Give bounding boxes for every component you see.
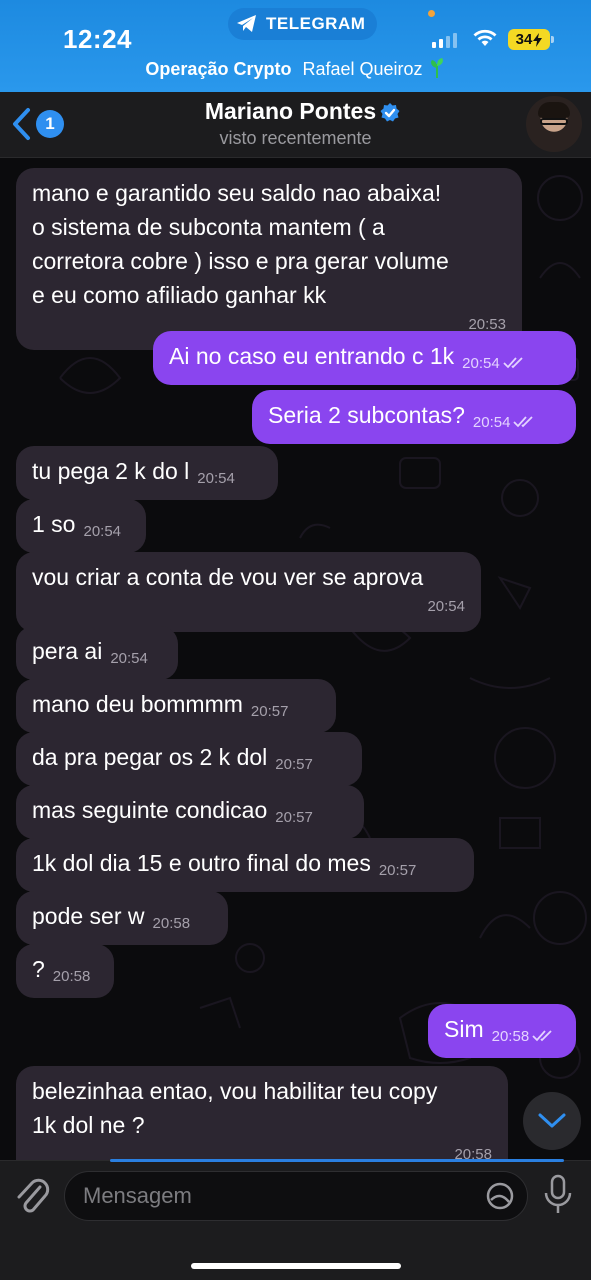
- home-indicator: [191, 1263, 401, 1269]
- message-text: mas seguinte condicao: [32, 797, 268, 823]
- message-text: da pra pegar os 2 k dol: [32, 744, 268, 770]
- charging-bolt-icon: [533, 32, 543, 47]
- outgoing-message-bubble[interactable]: Sim 20:58: [428, 1004, 576, 1058]
- composer-accent-line: [110, 1159, 564, 1162]
- message-text: tu pega 2 k do l: [32, 458, 190, 484]
- message-composer: [0, 1159, 591, 1280]
- telegram-plane-icon: [237, 15, 256, 32]
- privacy-indicator-dot: [428, 10, 435, 17]
- message-text: 1 so: [32, 511, 76, 537]
- message-text: mano deu bommmm: [32, 691, 243, 717]
- last-seen-status: visto recentemente: [219, 128, 372, 148]
- avatar-glasses: [540, 118, 568, 125]
- timestamp-text: 20:54: [197, 470, 235, 487]
- clock: 12:24: [63, 24, 132, 54]
- message-text: belezinhaa entao, vou habilitar teu copy…: [32, 1078, 438, 1138]
- wifi-icon: [473, 29, 497, 46]
- message-timestamp: 20:54: [32, 590, 465, 624]
- chat-header: 1 Mariano Pontes visto recentemente: [0, 92, 591, 158]
- chevron-down-icon: [538, 1113, 566, 1128]
- incoming-message-bubble[interactable]: mano deu bommmm 20:57: [16, 679, 336, 733]
- incoming-message-bubble[interactable]: mano e garantido seu saldo nao abaixa! o…: [16, 168, 522, 350]
- incoming-message-bubble[interactable]: da pra pegar os 2 k dol 20:57: [16, 732, 362, 786]
- timestamp-text: 20:54: [110, 650, 148, 667]
- message-timestamp: 20:54: [197, 462, 235, 496]
- contact-avatar[interactable]: [526, 96, 582, 152]
- contact-name[interactable]: Mariano Pontes: [0, 98, 591, 125]
- message-text: ?: [32, 956, 45, 982]
- app-pill-label: TELEGRAM: [266, 14, 366, 33]
- incoming-message-bubble[interactable]: vou criar a conta de vou ver se aprova 20…: [16, 552, 481, 632]
- incoming-message-bubble[interactable]: ? 20:58: [16, 944, 114, 998]
- message-timestamp: 20:54: [110, 642, 148, 676]
- timestamp-text: 20:57: [378, 862, 417, 879]
- attach-paperclip-icon[interactable]: [12, 1173, 52, 1217]
- incoming-message-bubble[interactable]: 1 so 20:54: [16, 499, 146, 553]
- microphone-icon[interactable]: [541, 1173, 575, 1217]
- message-timestamp: 20:57: [379, 854, 417, 888]
- chat-context-line: Operação Crypto Rafael Queiroz: [0, 58, 591, 80]
- message-timestamp: 20:54: [462, 347, 529, 381]
- incoming-message-bubble[interactable]: belezinhaa entao, vou habilitar teu copy…: [16, 1066, 508, 1160]
- message-timestamp: 20:57: [275, 748, 313, 782]
- message-list[interactable]: mano e garantido seu saldo nao abaixa! o…: [0, 158, 591, 1160]
- contact-name-text: Mariano Pontes: [204, 98, 377, 124]
- avatar-hair: [538, 102, 570, 118]
- message-input[interactable]: [83, 1172, 473, 1220]
- telegram-live-activity-pill[interactable]: TELEGRAM: [228, 8, 378, 40]
- incoming-message-bubble[interactable]: pode ser w 20:58: [16, 891, 228, 945]
- outgoing-message-bubble[interactable]: Seria 2 subcontas? 20:54: [252, 390, 576, 444]
- message-text: Ai no caso eu entrando c 1k: [169, 343, 455, 369]
- timestamp-text: 20:58: [454, 1146, 492, 1160]
- group-name: Operação Crypto: [145, 59, 292, 79]
- incoming-message-bubble[interactable]: mas seguinte condicao 20:57: [16, 785, 364, 839]
- read-checkmarks-icon: [532, 1030, 552, 1042]
- incoming-message-bubble[interactable]: 1k dol dia 15 e outro final do mes 20:57: [16, 838, 474, 892]
- message-text: vou criar a conta de vou ver se aprova: [32, 564, 424, 590]
- battery-indicator: 34: [508, 29, 550, 50]
- timestamp-text: 20:54: [462, 355, 500, 372]
- person-name: Rafael Queiroz: [302, 59, 423, 79]
- timestamp-text: 20:54: [427, 598, 465, 615]
- plant-icon: [430, 58, 443, 78]
- message-timestamp: 20:57: [251, 695, 289, 729]
- read-checkmarks-icon: [513, 416, 534, 428]
- message-text: 1k dol dia 15 e outro final do mes: [32, 850, 371, 876]
- message-text: Seria 2 subcontas?: [268, 402, 465, 428]
- timestamp-text: 20:57: [275, 756, 313, 773]
- status-bar: 12:24 TELEGRAM 34 Operação Crypto Rafael…: [0, 0, 591, 92]
- outgoing-message-bubble[interactable]: Ai no caso eu entrando c 1k 20:54: [153, 331, 576, 385]
- incoming-message-bubble[interactable]: pera ai 20:54: [16, 626, 178, 680]
- timestamp-text: 20:57: [275, 809, 313, 826]
- message-timestamp: 20:54: [83, 515, 121, 549]
- message-input-field[interactable]: [64, 1171, 528, 1221]
- message-text: pode ser w: [32, 903, 145, 929]
- timestamp-text: 20:58: [491, 1028, 530, 1045]
- message-text: mano e garantido seu saldo nao abaixa! o…: [32, 180, 449, 308]
- verified-badge-icon: [380, 103, 400, 122]
- incoming-message-bubble[interactable]: tu pega 2 k do l 20:54: [16, 446, 278, 500]
- timestamp-text: 20:57: [250, 703, 289, 720]
- timestamp-text: 20:58: [52, 968, 91, 985]
- message-timestamp: 20:58: [492, 1020, 559, 1054]
- message-timestamp: 20:58: [153, 907, 191, 941]
- timestamp-text: 20:54: [83, 523, 122, 540]
- timestamp-text: 20:58: [152, 915, 191, 932]
- battery-level: 34: [515, 31, 533, 48]
- timestamp-text: 20:54: [472, 414, 511, 431]
- message-text: Sim: [444, 1016, 484, 1042]
- scroll-to-bottom-button[interactable]: [523, 1092, 581, 1150]
- cellular-signal-icon: [432, 32, 457, 48]
- message-timestamp: 20:58: [53, 960, 91, 994]
- battery-cap: [551, 36, 554, 43]
- message-timestamp: 20:57: [275, 801, 313, 835]
- message-timestamp: 20:58: [32, 1138, 492, 1160]
- message-text: pera ai: [32, 638, 103, 664]
- sticker-emoji-icon[interactable]: [485, 1181, 515, 1211]
- read-checkmarks-icon: [503, 357, 523, 369]
- message-timestamp: 20:54: [473, 406, 540, 440]
